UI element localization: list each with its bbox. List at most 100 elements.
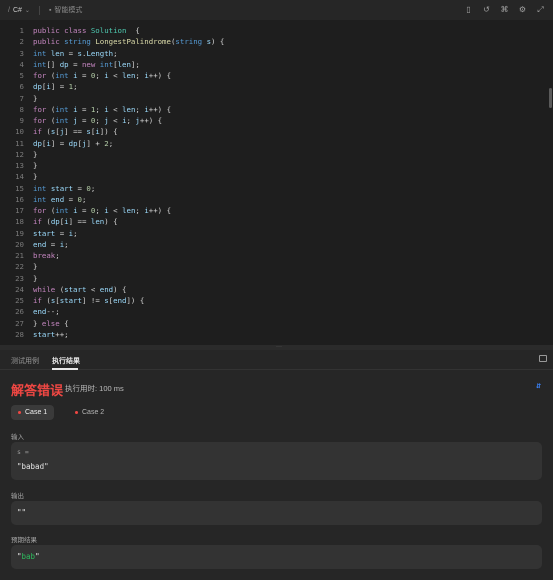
code-text: end--; <box>33 307 60 317</box>
code-text: int len = s.Length; <box>33 48 118 58</box>
code-line[interactable]: 26 end--; <box>0 306 553 317</box>
code-line[interactable]: 8 for (int i = 1; i < len; i++) { <box>0 104 553 115</box>
line-number: 12 <box>15 149 24 159</box>
line-number: 24 <box>15 284 24 294</box>
line-number: 17 <box>15 206 24 215</box>
line-number: 16 <box>15 194 24 204</box>
line-number: 23 <box>15 273 24 283</box>
line-number: 26 <box>15 307 24 317</box>
code-text: } <box>33 273 38 283</box>
code-line[interactable]: 12} <box>0 149 553 160</box>
code-text: for (int i = 1; i < len; i++) { <box>33 104 172 114</box>
code-line[interactable]: 15 int start = 0; <box>0 183 553 194</box>
input-var-name: s = <box>17 448 29 456</box>
language-selector[interactable]: / C# ⌄ <box>8 7 30 14</box>
code-line[interactable]: 25 if (s[start] != s[end]) { <box>0 295 553 306</box>
line-number: 10 <box>15 127 24 137</box>
code-line[interactable]: 22} <box>0 261 553 272</box>
reset-icon[interactable]: ↺ <box>482 6 491 15</box>
tab-result[interactable]: 执行结果 <box>52 356 80 366</box>
code-line[interactable]: 18 if (dp[i] == len) { <box>0 216 553 227</box>
code-text: } <box>33 149 38 159</box>
code-text: for (int j = 0; j < i; j++) { <box>33 116 163 125</box>
code-text: } else { <box>33 318 69 328</box>
code-line[interactable]: 1 public class Solution { <box>0 25 553 36</box>
expected-diff-text: bab <box>21 552 36 561</box>
editor-toolbar: / C# ⌄ ▪ 智能模式 ▯ ↺ ⌘ ⚙ ⤢ <box>0 0 553 20</box>
mode-toggle[interactable]: ▪ 智能模式 <box>49 5 82 15</box>
code-text: end = i; <box>33 239 69 249</box>
code-text: int[] dp = new int[len]; <box>33 59 140 69</box>
code-text: int end = 0; <box>33 194 87 204</box>
language-label: C# <box>12 6 22 14</box>
case-tab-1[interactable]: Case 1 <box>11 405 55 420</box>
code-editor[interactable]: 1 public class Solution {2 public string L… <box>0 20 553 345</box>
code-text: if (s[j] == s[i]) { <box>33 127 118 137</box>
settings-icon[interactable]: ⚙ <box>518 6 527 15</box>
output-label: 输出 <box>11 493 24 500</box>
code-line[interactable]: 7} <box>0 93 553 104</box>
line-number: 4 <box>19 59 24 69</box>
code-line[interactable]: 2 public string LongestPalindrome(string … <box>0 36 553 47</box>
line-number: 7 <box>19 93 24 103</box>
fail-dot-icon <box>75 411 78 414</box>
code-text: } <box>33 93 38 103</box>
code-line[interactable]: 20 end = i; <box>0 239 553 250</box>
code-icon: / <box>8 6 10 14</box>
runtime-text: 执行用时: 100 ms <box>65 384 124 393</box>
code-text: break; <box>33 251 60 260</box>
lock-icon: ▪ <box>48 6 52 14</box>
code-text: } <box>33 172 38 182</box>
code-line[interactable]: 23} <box>0 273 553 284</box>
code-line[interactable]: 10 if (s[j] == s[i]) { <box>0 126 553 137</box>
code-text: int start = 0; <box>33 183 96 193</box>
line-number: 14 <box>15 172 24 182</box>
code-line[interactable]: 9 for (int j = 0; j < i; j++) { <box>0 115 553 126</box>
bookmark-icon[interactable]: ▯ <box>464 6 473 15</box>
code-text: dp[i] = dp[j] + 2; <box>33 138 114 148</box>
code-text: dp[i] = 1; <box>33 82 78 92</box>
code-line[interactable]: 3 int len = s.Length; <box>0 48 553 59</box>
code-line[interactable]: 11 dp[i] = dp[j] + 2; <box>0 138 553 149</box>
line-number: 2 <box>19 37 24 47</box>
code-line[interactable]: 28 start++; <box>0 329 553 340</box>
expand-icon[interactable]: ⤢ <box>536 6 545 15</box>
code-line[interactable]: 16 int end = 0; <box>0 194 553 205</box>
line-number: 15 <box>15 183 24 193</box>
code-text: public string LongestPalindrome(string s… <box>33 37 225 47</box>
code-line[interactable]: 27 } else { <box>0 318 553 329</box>
expected-label: 预期结果 <box>11 537 37 544</box>
line-number: 28 <box>15 329 24 339</box>
diff-icon[interactable]: ⇵ <box>536 383 541 390</box>
code-line[interactable]: 13} <box>0 160 553 171</box>
tab-testcase[interactable]: 测试用例 <box>11 356 39 366</box>
line-number: 11 <box>15 138 24 148</box>
line-number: 27 <box>15 318 24 328</box>
quote-close: " <box>35 552 40 561</box>
case-label: Case 1 <box>25 409 48 416</box>
code-line[interactable]: 24 while (start < end) { <box>0 284 553 295</box>
line-number: 22 <box>15 262 24 272</box>
code-text: } <box>33 262 38 272</box>
code-line[interactable]: 14} <box>0 171 553 182</box>
expected-value: "bab" <box>17 552 40 561</box>
mode-label: 智能模式 <box>54 7 83 14</box>
code-line[interactable]: 19 start = i; <box>0 228 553 239</box>
code-line[interactable]: 17 for (int i = 0; i < len; i++) { <box>0 205 553 216</box>
line-number: 20 <box>15 239 24 249</box>
line-number: 21 <box>15 251 24 260</box>
code-text: public class Solution { <box>33 26 140 35</box>
input-box: s = "babad" <box>11 442 542 480</box>
panel-tabs: 测试用例 执行结果 <box>0 350 553 370</box>
output-box: "" <box>11 501 542 525</box>
case-tab-2[interactable]: Case 2 <box>68 405 111 420</box>
code-line[interactable]: 21 break; <box>0 250 553 261</box>
code-line[interactable]: 6 dp[i] = 1; <box>0 81 553 92</box>
line-number: 5 <box>19 71 24 80</box>
code-text: start = i; <box>33 228 78 238</box>
shortcut-icon[interactable]: ⌘ <box>500 6 509 15</box>
code-line[interactable]: 4 int[] dp = new int[len]; <box>0 59 553 70</box>
panel-layout-icon[interactable] <box>539 355 547 362</box>
line-number: 18 <box>15 217 24 227</box>
code-line[interactable]: 5 for (int i = 0; i < len; i++) { <box>0 70 553 81</box>
